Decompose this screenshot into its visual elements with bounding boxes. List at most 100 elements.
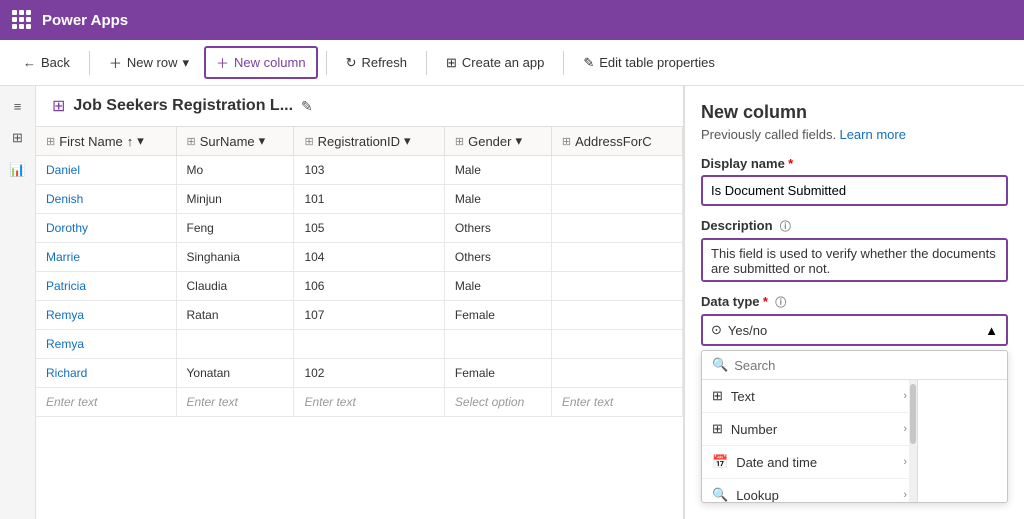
col-surname[interactable]: ⊞ SurName ▾ [176, 127, 294, 156]
create-app-button[interactable]: ⊞ Create an app [435, 49, 555, 77]
table-cell[interactable]: Male [444, 156, 551, 185]
panel-title: New column [701, 102, 1008, 123]
placeholder-cell[interactable]: Select option [444, 388, 551, 417]
dropdown-item-number[interactable]: ⊞ Number › [702, 413, 917, 446]
arrow-icon3: › [903, 456, 907, 468]
table-cell[interactable]: Male [444, 185, 551, 214]
learn-more-link[interactable]: Learn more [839, 127, 905, 142]
table-cell[interactable]: Male [444, 272, 551, 301]
table-cell[interactable]: Patricia [36, 272, 176, 301]
required-marker: * [788, 156, 793, 171]
table-cell[interactable]: Daniel [36, 156, 176, 185]
table-cell[interactable] [551, 301, 682, 330]
table-cell[interactable]: Dorothy [36, 214, 176, 243]
table-cell[interactable] [176, 330, 294, 359]
search-input[interactable] [734, 358, 997, 373]
new-row-button[interactable]: ＋ New row ▾ [98, 47, 200, 78]
table-cell[interactable]: Ratan [176, 301, 294, 330]
table-cell[interactable]: Denish [36, 185, 176, 214]
table-cell[interactable]: Yonatan [176, 359, 294, 388]
table-cell[interactable] [551, 272, 682, 301]
refresh-icon: ↻ [346, 55, 357, 71]
col-icon2: ⊞ [187, 135, 196, 148]
required-marker2: * [763, 294, 768, 309]
table-cell[interactable] [551, 156, 682, 185]
data-type-dropdown[interactable]: ⊙ Yes/no ▲ [701, 314, 1008, 346]
table-cell[interactable]: Marrie [36, 243, 176, 272]
dropdown-item-lookup[interactable]: 🔍 Lookup › [702, 479, 917, 503]
table-cell[interactable]: 105 [294, 214, 444, 243]
separator4 [563, 51, 564, 75]
col-icon4: ⊞ [455, 135, 464, 148]
top-bar: Power Apps [0, 0, 1024, 40]
data-table: ⊞ First Name ↑ ▾ ⊞ SurName ▾ [36, 127, 683, 519]
col-gender[interactable]: ⊞ Gender ▾ [444, 127, 551, 156]
table-row: RichardYonatan102Female [36, 359, 683, 388]
table-cell[interactable]: 101 [294, 185, 444, 214]
table-row: DenishMinjun101Male [36, 185, 683, 214]
plus-icon: ＋ [109, 53, 122, 72]
table-cell[interactable] [551, 214, 682, 243]
yesno-icon: ⊙ [711, 322, 722, 338]
placeholder-cell[interactable]: Enter text [36, 388, 176, 417]
panel-subtitle: Previously called fields. Learn more [701, 127, 1008, 142]
placeholder-cell[interactable]: Enter text [176, 388, 294, 417]
grid-icon[interactable] [12, 10, 32, 30]
menu-icon[interactable]: ≡ [6, 94, 30, 118]
table-cell[interactable]: 102 [294, 359, 444, 388]
back-arrow-icon: ← [23, 55, 36, 70]
table-cell[interactable]: Richard [36, 359, 176, 388]
chevron-down-icon: ▾ [183, 55, 190, 71]
dropdown-item-datetime[interactable]: 📅 Date and time › [702, 446, 917, 479]
table-cell[interactable] [294, 330, 444, 359]
table-cell[interactable]: Claudia [176, 272, 294, 301]
display-name-input[interactable] [701, 175, 1008, 206]
table-cell[interactable]: Mo [176, 156, 294, 185]
table-cell[interactable]: Remya [36, 330, 176, 359]
table-cell[interactable]: Others [444, 243, 551, 272]
new-column-panel: New column Previously called fields. Lea… [684, 86, 1024, 519]
table-cell[interactable] [551, 185, 682, 214]
table-cell[interactable]: Others [444, 214, 551, 243]
table-cell[interactable] [444, 330, 551, 359]
separator2 [326, 51, 327, 75]
table-cell[interactable]: 106 [294, 272, 444, 301]
table-cell[interactable]: Feng [176, 214, 294, 243]
info-icon2: ⓘ [775, 297, 786, 309]
dropdown-item-text[interactable]: ⊞ Text › [702, 380, 917, 413]
edit-table-button[interactable]: ✎ Edit table properties [572, 49, 726, 77]
back-button[interactable]: ← Back [12, 49, 81, 76]
refresh-button[interactable]: ↻ Refresh [335, 49, 418, 77]
table-cell[interactable]: Remya [36, 301, 176, 330]
list-icon[interactable]: ⊞ [6, 126, 30, 150]
number-icon: ⊞ [712, 421, 723, 437]
col-icon: ⊞ [46, 135, 55, 148]
dropdown-list: 🔍 ⊞ Text › ⊞ Number [701, 350, 1008, 503]
col-firstname[interactable]: ⊞ First Name ↑ ▾ [36, 127, 176, 156]
new-column-button[interactable]: ＋ New column [204, 46, 318, 79]
col-regid[interactable]: ⊞ RegistrationID ▾ [294, 127, 444, 156]
table-cell[interactable]: 107 [294, 301, 444, 330]
lookup-icon: 🔍 [712, 487, 728, 503]
table-cell[interactable]: Minjun [176, 185, 294, 214]
scrollbar-track[interactable] [909, 380, 917, 503]
placeholder-cell[interactable]: Enter text [294, 388, 444, 417]
table-cell[interactable]: 104 [294, 243, 444, 272]
display-name-label: Display name * [701, 156, 1008, 171]
table-cell[interactable] [551, 359, 682, 388]
table-cell[interactable]: 103 [294, 156, 444, 185]
table-cell[interactable]: Singhania [176, 243, 294, 272]
table-icon: ⊞ [52, 96, 65, 116]
description-input[interactable]: This field is used to verify whether the… [701, 238, 1008, 282]
arrow-icon: › [903, 390, 907, 402]
edit-table-icon[interactable]: ✎ [301, 98, 313, 115]
col-icon3: ⊞ [304, 135, 313, 148]
table-cell[interactable] [551, 243, 682, 272]
table-cell[interactable] [551, 330, 682, 359]
table-cell[interactable]: Female [444, 301, 551, 330]
col-address[interactable]: ⊞ AddressForC [551, 127, 682, 156]
info-icon: ⓘ [780, 221, 791, 233]
chart-icon[interactable]: 📊 [6, 158, 30, 182]
table-cell[interactable]: Female [444, 359, 551, 388]
placeholder-cell[interactable]: Enter text [551, 388, 682, 417]
